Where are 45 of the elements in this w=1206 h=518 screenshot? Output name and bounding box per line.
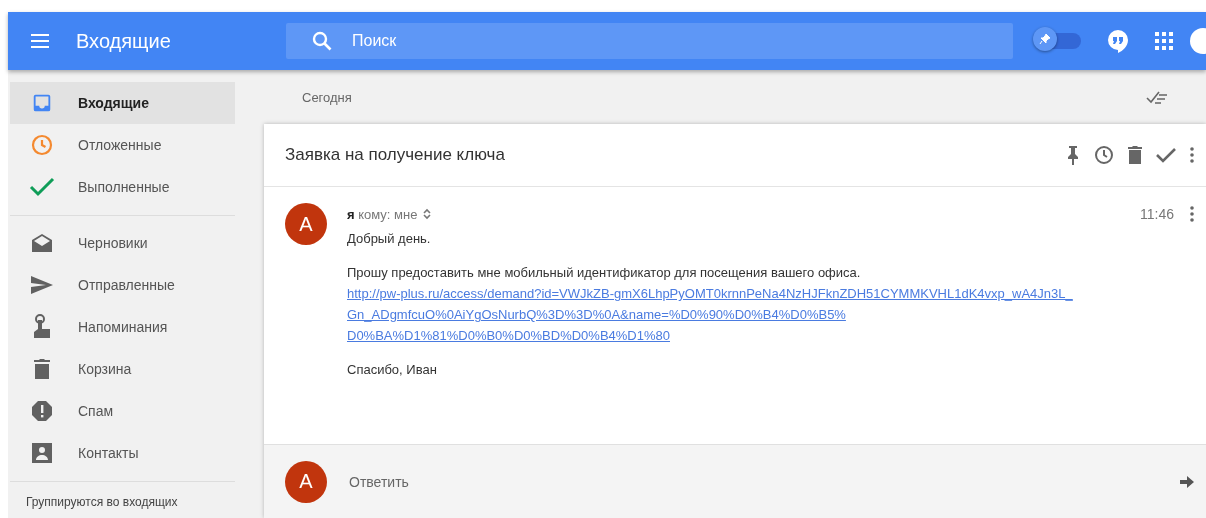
sender-line: я кому: мне [347,206,418,222]
forward-arrow-icon[interactable] [1180,475,1194,488]
contact-icon [32,443,52,463]
alert-icon [31,400,53,422]
apps-grid-icon[interactable] [1155,32,1173,50]
message-time: 11:46 [1140,206,1174,222]
sweep-done-icon[interactable] [1146,90,1170,104]
inbox-icon [31,92,53,114]
section-label: Сегодня [302,89,352,105]
sidebar-item[interactable]: Спам [10,390,235,432]
page-title: Входящие [76,29,172,53]
user-avatar: A [285,460,327,503]
search-icon [312,31,332,51]
pin-icon[interactable] [1066,145,1080,165]
quote-bubble-icon[interactable] [1107,29,1129,53]
sidebar-item[interactable]: Черновики [10,222,235,264]
more-icon[interactable] [1190,147,1194,163]
more-icon[interactable] [1190,206,1194,222]
expand-icon[interactable] [423,208,432,220]
sidebar-item[interactable]: Корзина [10,348,235,390]
sidebar-item[interactable]: Отправленные [10,264,235,306]
sidebar-item[interactable]: Отложенные [10,124,235,166]
checkmark-icon [29,176,55,198]
reply-field[interactable]: Ответить [347,472,1180,491]
link[interactable]: http://pw-plus.ru/access/demand?id=VWJkZB-gmX6LhpPyOMT0krnnPeNa4NzHJFknZDH51CYMMKVHL1dK4vxp_wA4Jn3L_ Gn_ADgmfcuO%0AiYgOsNurbQ%3D%3D%0A&name=%D0%90%D0%B4%D0%B5% D0%BA%D1%81%D0%B0%D0%BD%D0%B4%D1%80 [347,283,1073,346]
message-subject: Заявка на получение ключа [285,145,506,165]
send-icon [30,275,54,295]
sidebar-item[interactable]: Напоминания [10,306,235,348]
clock-icon [30,133,54,157]
sidebar-footer-text: Группируются во входящих [25,494,179,509]
envelope-icon [31,233,53,253]
checkmark-icon[interactable] [1156,147,1176,163]
sidebar-item[interactable]: Выполненные [10,166,235,208]
sender-avatar: A [285,203,327,245]
message-text: Прошу предоставить мне мобильный идентификатор для посещения вашего офиса. [347,264,862,282]
clock-icon[interactable] [1094,145,1114,165]
message-signature: Спасибо, Иван [347,362,438,377]
sidebar-item[interactable]: Контакты [10,432,235,474]
trash-icon[interactable] [1128,146,1142,164]
trash-icon [33,358,51,380]
message-text: Добрый день. [347,231,432,246]
pin-toggle[interactable] [1033,29,1081,53]
sidebar-item[interactable]: Входящие [10,82,235,124]
pin-icon [1039,33,1051,45]
search-field[interactable]: Поиск [286,23,1013,59]
